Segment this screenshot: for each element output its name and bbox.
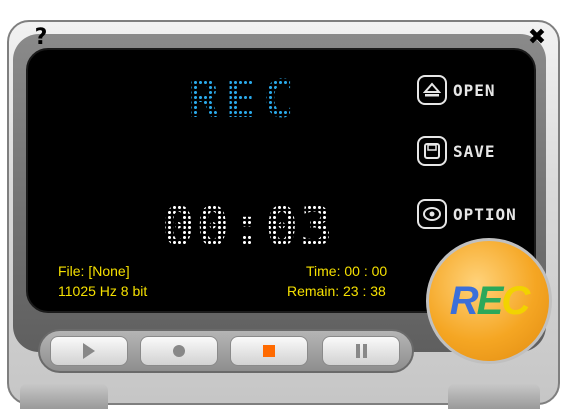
- option-label: OPTION: [453, 204, 517, 224]
- time-label: Time: 00 : 00: [306, 263, 388, 279]
- elapsed-time-display: 00:03: [162, 195, 342, 259]
- stop-button[interactable]: [230, 336, 308, 366]
- bottom-right-tab: [448, 383, 540, 409]
- transport-bar: [38, 329, 414, 373]
- remain-label: Remain: 23 : 38: [287, 283, 386, 299]
- option-button[interactable]: OPTION: [417, 198, 517, 230]
- record-button-label: REC: [449, 278, 530, 323]
- help-button[interactable]: ?: [28, 24, 54, 50]
- disc-icon: [417, 199, 447, 229]
- format-label: 11025 Hz 8 bit: [58, 283, 148, 299]
- open-label: OPEN: [453, 80, 496, 100]
- play-icon: [83, 343, 95, 359]
- pause-button[interactable]: [322, 336, 400, 366]
- close-button[interactable]: ✖: [524, 24, 550, 50]
- save-label: SAVE: [453, 141, 496, 161]
- stop-icon: [263, 345, 275, 357]
- eject-icon: [417, 75, 447, 105]
- recorder-window: ? ✖ REC 00:03 File: [None] 11025 Hz 8 bi…: [0, 0, 567, 410]
- record-small-button[interactable]: [140, 336, 218, 366]
- record-button[interactable]: REC: [426, 238, 552, 364]
- play-button[interactable]: [50, 336, 128, 366]
- file-label: File: [None]: [58, 263, 130, 279]
- open-button[interactable]: OPEN: [417, 74, 496, 106]
- save-button[interactable]: SAVE: [417, 135, 496, 167]
- floppy-disk-icon: [417, 136, 447, 166]
- pause-icon: [355, 344, 367, 358]
- mode-display: REC: [188, 70, 328, 130]
- record-icon: [173, 345, 185, 357]
- bottom-left-tab: [20, 383, 108, 409]
